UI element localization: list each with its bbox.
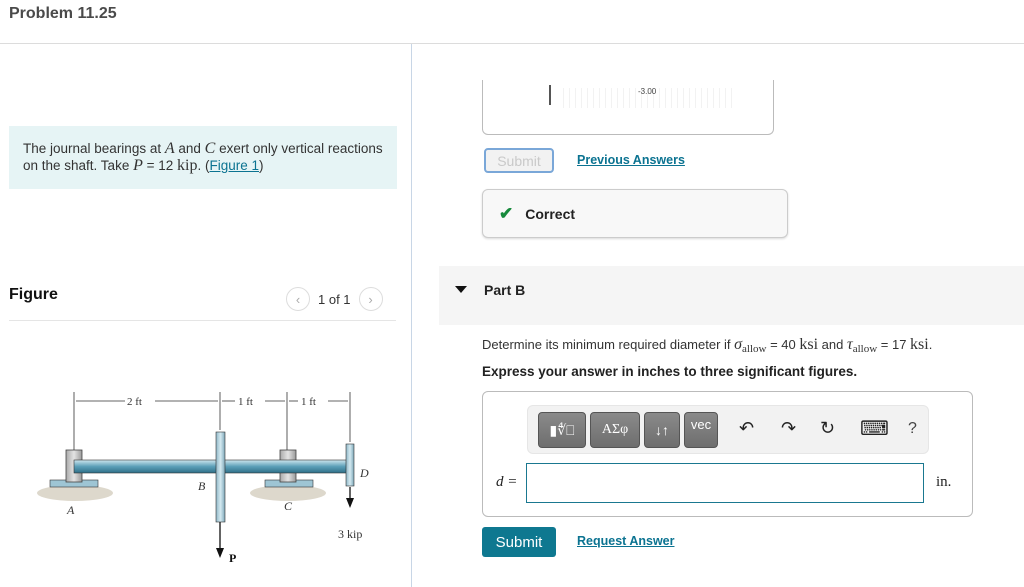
ground-A [37,485,113,501]
feedback-label: Correct [525,205,576,222]
templates-button[interactable]: ▮∜⎕ [538,412,586,448]
part-a-submit-button[interactable]: Submit [484,148,554,173]
part-b-instruction: Express your answer in inches to three s… [482,364,858,379]
previous-answers-link[interactable]: Previous Answers [577,153,685,167]
vector-button[interactable]: vec [684,412,718,448]
page-header: Problem 11.25 [0,0,1024,44]
figure-divider [9,320,396,321]
part-b-header[interactable]: Part B [439,266,1024,325]
dim-label-1ft-b: 1 ft [301,396,316,408]
keyboard-icon[interactable]: ⌨ [860,416,889,441]
force-D-arrowhead [346,498,354,508]
label-P: P [229,551,236,565]
answer-panel: ▮∜⎕ ΑΣφ ↓↑ vec ↶ ↷ ↻ ⌨ ? d = in. [482,391,973,517]
part-a-answer-display: -3.00 [482,80,774,135]
figure-page-count: 1 of 1 [318,291,351,307]
previous-answer-value: -3.00 [638,87,657,96]
feedback-correct: ✔ Correct [482,189,788,238]
dim-label-2ft: 2 ft [127,396,142,408]
templates-icon: ▮∜⎕ [549,421,575,438]
pulley-B [215,431,226,523]
answer-variable: d = [496,474,518,490]
undo-icon[interactable]: ↶ [739,418,754,439]
arrows-button[interactable]: ↓↑ [644,412,680,448]
answer-unit: in. [936,474,952,490]
part-b-title: Part B [484,282,526,298]
label-3kip: 3 kip [338,527,362,541]
pane-divider[interactable] [411,44,412,587]
chevron-right-icon: › [368,291,373,307]
diameter-answer-input[interactable] [526,463,924,503]
reset-icon[interactable]: ↻ [820,418,835,439]
dim-label-1ft-a: 1 ft [238,396,253,408]
input-cursor [549,85,551,105]
collapse-triangle-icon[interactable] [455,286,467,293]
chevron-left-icon: ‹ [295,291,301,307]
math-toolbar: ▮∜⎕ ΑΣφ ↓↑ vec ↶ ↷ ↻ ⌨ ? [527,405,929,454]
greek-symbols-button[interactable]: ΑΣφ [590,412,640,448]
label-B: B [198,479,206,493]
arrows-icon: ↓↑ [655,422,669,438]
checkmark-icon: ✔ [499,203,514,223]
part-b-submit-button[interactable]: Submit [482,527,556,557]
problem-statement: The journal bearings at A and C exert on… [9,126,397,189]
next-figure-button[interactable]: › [358,287,383,311]
pulley-D [345,443,355,487]
figure-link[interactable]: Figure 1 [209,158,259,173]
label-D: D [359,466,369,480]
help-icon[interactable]: ? [908,420,917,438]
shaft-figure: 2 ft 1 ft 1 ft A B C D P 3 kip [37,392,369,565]
problem-title: Problem 11.25 [9,5,117,22]
redo-icon[interactable]: ↷ [781,418,796,439]
figure-pager: ‹ 1 of 1 › [286,287,383,311]
label-C: C [284,499,293,513]
force-P-arrowhead [216,548,224,558]
request-answer-link[interactable]: Request Answer [577,534,674,548]
figure-title: Figure [9,286,58,303]
prev-figure-button[interactable]: ‹ [286,287,310,311]
label-A: A [66,503,75,517]
shaft [73,459,351,474]
part-b-question: Determine its minimum required diameter … [482,336,933,355]
